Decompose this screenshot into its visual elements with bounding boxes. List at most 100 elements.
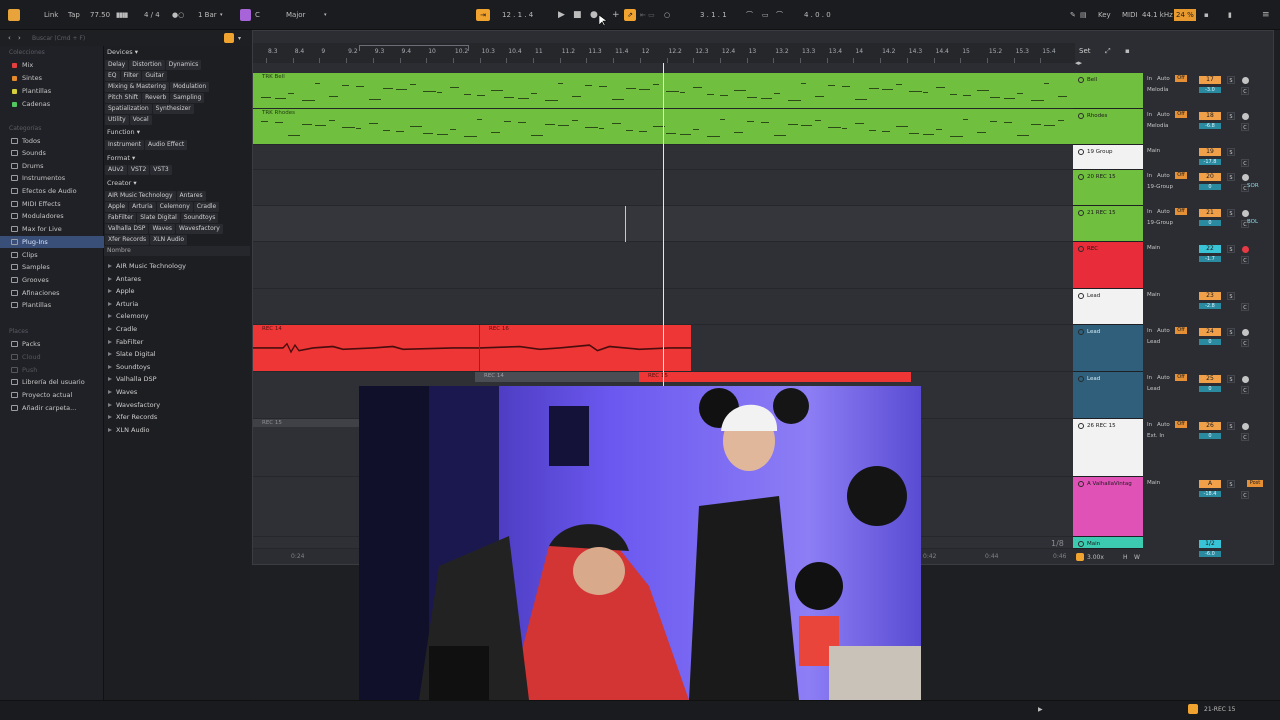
- crossfade-button[interactable]: C: [1241, 123, 1249, 131]
- category-audio-effects[interactable]: Efectos de Audio: [0, 185, 104, 197]
- quantize-select[interactable]: 1 Bar: [198, 10, 217, 21]
- track-header[interactable]: 19 Group: [1073, 145, 1143, 170]
- tag-mixing-mastering[interactable]: Mixing & Mastering: [105, 82, 169, 92]
- plugin-folder-item[interactable]: FabFilter: [106, 336, 143, 348]
- volume-field[interactable]: 0: [1199, 433, 1221, 439]
- expand-triangle-icon[interactable]: [108, 352, 112, 357]
- browser-filter-dropdown-icon[interactable]: ▾: [238, 33, 241, 44]
- place-push[interactable]: Push: [0, 364, 104, 376]
- category-sounds[interactable]: Sounds: [0, 147, 104, 159]
- crossfade-button[interactable]: C: [1241, 87, 1249, 95]
- tag-creator[interactable]: AIR Music Technology: [105, 191, 176, 201]
- live-logo-icon[interactable]: [8, 9, 20, 21]
- monitor-off-button[interactable]: Off: [1175, 421, 1187, 428]
- fold-icon[interactable]: [1078, 293, 1084, 299]
- place-user-library[interactable]: Librería del usuario: [0, 376, 104, 388]
- plugin-folder-item[interactable]: Xfer Records: [106, 411, 157, 423]
- arm-record-icon[interactable]: [1242, 423, 1249, 430]
- nudge-icon[interactable]: ▮▮▮▮: [116, 10, 128, 21]
- scale-mode-button[interactable]: [240, 9, 251, 21]
- tag-creator[interactable]: Apple: [105, 202, 129, 212]
- plugin-folder-item[interactable]: Wavesfactory: [106, 399, 160, 411]
- monitor-auto-button[interactable]: Auto: [1157, 328, 1170, 334]
- track-number[interactable]: A: [1199, 480, 1221, 488]
- height-toggle[interactable]: H: [1123, 552, 1128, 563]
- computer-keyboard-icon[interactable]: ▤: [1080, 10, 1087, 21]
- monitor-in-button[interactable]: In: [1147, 375, 1152, 381]
- plugin-folder-item[interactable]: Cradle: [106, 323, 137, 335]
- tag-creator[interactable]: Celemony: [156, 202, 193, 212]
- expand-triangle-icon[interactable]: [108, 415, 112, 420]
- song-position[interactable]: 12 . 1 . 4: [502, 10, 533, 21]
- plugin-folder-item[interactable]: Soundtoys: [106, 361, 150, 373]
- place-add-folder[interactable]: Añadir carpeta...: [0, 402, 104, 414]
- arm-record-icon[interactable]: [1242, 329, 1249, 336]
- volume-field[interactable]: -6.0: [1199, 551, 1221, 557]
- forward-icon[interactable]: ›: [18, 33, 21, 44]
- loop-start-field[interactable]: 3 . 1 . 1: [700, 10, 727, 21]
- selected-track-indicator[interactable]: [1188, 704, 1198, 714]
- track-name[interactable]: Main: [1087, 541, 1100, 547]
- arm-record-icon[interactable]: [1242, 376, 1249, 383]
- expand-triangle-icon[interactable]: [108, 390, 112, 394]
- format-filter-title[interactable]: Format ▾: [107, 154, 135, 162]
- category-instruments[interactable]: Instrumentos: [0, 172, 104, 184]
- audio-clip-rec-14[interactable]: REC 14: [253, 325, 479, 371]
- volume-field[interactable]: 0: [1199, 386, 1221, 392]
- input-routing-select[interactable]: 19-Group: [1147, 220, 1173, 226]
- arm-record-icon[interactable]: [1242, 246, 1249, 253]
- tag-creator[interactable]: Wavesfactory: [176, 224, 223, 234]
- plugin-folder-item[interactable]: Slate Digital: [106, 348, 156, 360]
- expand-triangle-icon[interactable]: [108, 301, 112, 306]
- track-header[interactable]: REC: [1073, 242, 1143, 289]
- track-name[interactable]: Lead: [1087, 329, 1100, 335]
- zoom-lock-button[interactable]: [1076, 553, 1084, 561]
- play-clip-icon[interactable]: ▶: [1038, 704, 1043, 715]
- category-modulators[interactable]: Moduladores: [0, 210, 104, 222]
- track-number[interactable]: 1/2: [1199, 540, 1221, 548]
- input-routing-select[interactable]: Lead: [1147, 339, 1160, 345]
- monitor-off-button[interactable]: Off: [1175, 172, 1187, 179]
- tag-vocal[interactable]: Vocal: [129, 115, 152, 125]
- expand-triangle-icon[interactable]: [108, 339, 112, 344]
- track-name[interactable]: 21 REC 15: [1087, 210, 1116, 216]
- tag-audio-effect[interactable]: Audio Effect: [145, 140, 188, 150]
- tag-vst2[interactable]: VST2: [127, 165, 150, 175]
- expand-triangle-icon[interactable]: [108, 327, 112, 331]
- plugin-folder-item[interactable]: XLN Audio: [106, 424, 149, 436]
- tag-creator[interactable]: Arturia: [129, 202, 156, 212]
- tag-delay[interactable]: Delay: [105, 60, 129, 70]
- fold-icon[interactable]: [1078, 246, 1084, 252]
- tag-pitch-shift[interactable]: Pitch Shift: [105, 93, 142, 103]
- fold-icon[interactable]: [1078, 210, 1084, 216]
- plugin-folder-item[interactable]: Celemony: [106, 310, 149, 322]
- track-number[interactable]: 20: [1199, 173, 1221, 181]
- track-name[interactable]: REC: [1087, 246, 1098, 252]
- track-header[interactable]: 20 REC 15: [1073, 170, 1143, 206]
- solo-button[interactable]: S: [1227, 209, 1235, 217]
- tag-creator[interactable]: Slate Digital: [137, 213, 180, 223]
- tag-eq[interactable]: EQ: [105, 71, 120, 81]
- volume-field[interactable]: -2.8: [1199, 303, 1221, 309]
- category-drums[interactable]: Drums: [0, 160, 104, 172]
- tag-sampling[interactable]: Sampling: [170, 93, 205, 103]
- width-toggle[interactable]: W: [1134, 552, 1140, 563]
- track-name[interactable]: Lead: [1087, 376, 1100, 382]
- tag-creator[interactable]: Antares: [176, 191, 206, 201]
- fold-icon[interactable]: [1078, 113, 1084, 119]
- track-number[interactable]: 26: [1199, 422, 1221, 430]
- lock-icon[interactable]: ▪: [1125, 46, 1130, 57]
- devices-filter-title[interactable]: Devices ▾: [107, 48, 138, 56]
- monitor-auto-button[interactable]: Auto: [1157, 209, 1170, 215]
- input-routing-select[interactable]: Melodía: [1147, 123, 1168, 129]
- solo-button[interactable]: S: [1227, 245, 1235, 253]
- crossfade-button[interactable]: C: [1241, 303, 1249, 311]
- track-header[interactable]: 26 REC 15: [1073, 419, 1143, 477]
- category-templates[interactable]: Plantillas: [0, 299, 104, 311]
- overdub-icon[interactable]: +: [612, 10, 620, 21]
- monitor-in-button[interactable]: In: [1147, 112, 1152, 118]
- track-name[interactable]: 20 REC 15: [1087, 174, 1116, 180]
- monitor-off-button[interactable]: Off: [1175, 374, 1187, 381]
- monitor-off-button[interactable]: Off: [1175, 208, 1187, 215]
- solo-button[interactable]: S: [1227, 422, 1235, 430]
